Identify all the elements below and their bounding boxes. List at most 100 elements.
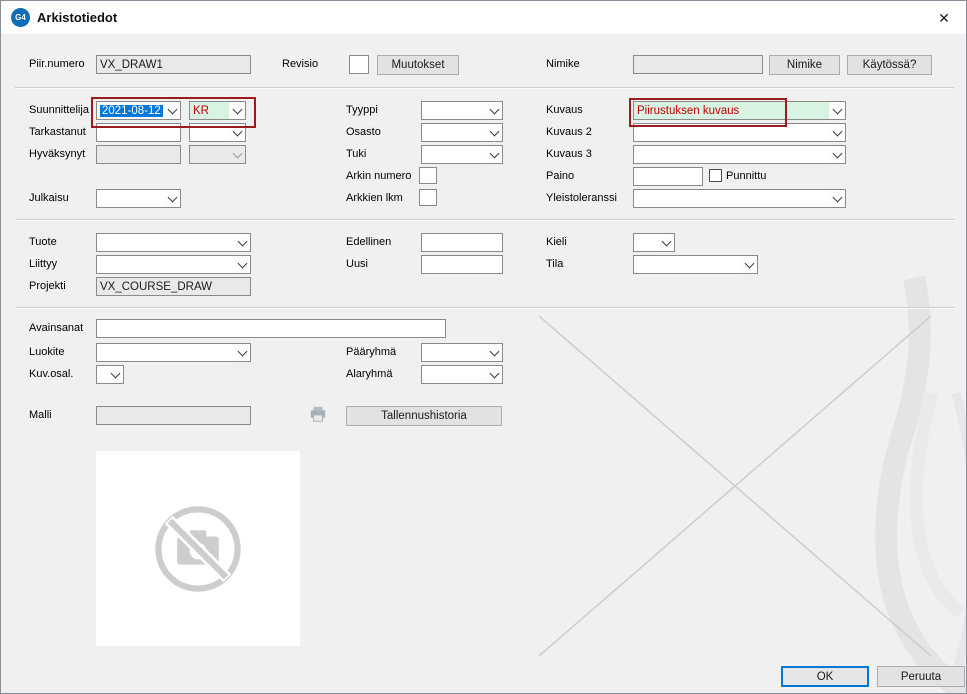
chevron-down-icon (486, 146, 502, 163)
tallennushistoria-button[interactable]: Tallennushistoria (346, 406, 502, 426)
no-image-icon (148, 499, 248, 599)
paino-label: Paino (546, 170, 574, 182)
nimike-input[interactable] (633, 55, 763, 74)
chevron-down-icon (829, 102, 845, 119)
paaryhma-label: Pääryhmä (346, 346, 396, 358)
paaryhma-combo[interactable] (421, 343, 503, 362)
window-title: Arkistotiedot (37, 10, 117, 25)
tuki-label: Tuki (346, 148, 366, 160)
kuvaus-value: Piirustuksen kuvaus (634, 102, 829, 119)
close-icon[interactable]: ✕ (934, 9, 954, 27)
kuvaus2-label: Kuvaus 2 (546, 126, 592, 138)
chevron-down-icon (829, 190, 845, 207)
projekti-input[interactable] (96, 277, 251, 296)
luokite-combo[interactable] (96, 343, 251, 362)
suunnittelija-date-value: 2021-08-12 (100, 105, 163, 117)
separator (15, 219, 954, 220)
tuote-combo[interactable] (96, 233, 251, 252)
edellinen-label: Edellinen (346, 236, 391, 248)
tuote-label: Tuote (29, 236, 57, 248)
projekti-label: Projekti (29, 280, 66, 292)
punnittu-label: Punnittu (726, 170, 766, 182)
revisio-label: Revisio (282, 58, 318, 70)
revisio-input[interactable] (349, 55, 369, 74)
liittyy-label: Liittyy (29, 258, 57, 270)
kuvaus-label: Kuvaus (546, 104, 583, 116)
piir-numero-label: Piir.numero (29, 58, 85, 70)
peruuta-button[interactable]: Peruuta (877, 666, 965, 687)
arkin-numero-input[interactable] (419, 167, 437, 184)
chevron-down-icon (234, 234, 250, 251)
suunnittelija-initials-value: KR (190, 102, 229, 119)
osasto-combo[interactable] (421, 123, 503, 142)
uusi-label: Uusi (346, 258, 368, 270)
osasto-label: Osasto (346, 126, 381, 138)
app-logo-text: G4 (15, 13, 26, 22)
arkistotiedot-dialog: G4 Arkistotiedot ✕ Piir.numero Revisio M… (0, 0, 967, 694)
chevron-down-icon (658, 234, 674, 251)
arkin-numero-label: Arkin numero (346, 170, 411, 182)
suunnittelija-date-combo[interactable]: 2021-08-12 (96, 101, 181, 120)
avainsanat-label: Avainsanat (29, 322, 83, 334)
kuvaus2-combo[interactable] (633, 123, 846, 142)
punnittu-checkbox[interactable] (709, 169, 722, 182)
paino-input[interactable] (633, 167, 703, 186)
yleistoleranssi-combo[interactable] (633, 189, 846, 208)
kuv-osal-combo[interactable] (96, 365, 124, 384)
separator (15, 87, 954, 88)
tarkastanut-input[interactable] (96, 123, 181, 142)
tila-label: Tila (546, 258, 563, 270)
chevron-down-icon (164, 190, 180, 207)
hyvaksynyt-input[interactable] (96, 145, 181, 164)
printer-icon[interactable] (309, 405, 327, 423)
kuvaus-combo[interactable]: Piirustuksen kuvaus (633, 101, 846, 120)
placeholder-cross-icon (539, 316, 931, 656)
chevron-down-icon (486, 344, 502, 361)
chevron-down-icon (229, 102, 245, 119)
arkkien-lkm-input[interactable] (419, 189, 437, 206)
title-bar: G4 Arkistotiedot ✕ (1, 1, 966, 34)
yleistoleranssi-label: Yleistoleranssi (546, 192, 617, 204)
nimike-label: Nimike (546, 58, 580, 70)
julkaisu-combo[interactable] (96, 189, 181, 208)
suunnittelija-label: Suunnittelija (29, 104, 89, 116)
tila-combo[interactable] (633, 255, 758, 274)
edellinen-input[interactable] (421, 233, 503, 252)
chevron-down-icon (741, 256, 757, 273)
chevron-down-icon (234, 256, 250, 273)
tyyppi-label: Tyyppi (346, 104, 378, 116)
kieli-combo[interactable] (633, 233, 675, 252)
kuvaus3-combo[interactable] (633, 145, 846, 164)
tuki-combo[interactable] (421, 145, 503, 164)
kaytossa-button[interactable]: Käytössä? (847, 55, 932, 75)
malli-label: Malli (29, 409, 52, 421)
large-preview-placeholder (539, 316, 931, 656)
piir-numero-input[interactable] (96, 55, 251, 74)
uusi-input[interactable] (421, 255, 503, 274)
kuvaus3-label: Kuvaus 3 (546, 148, 592, 160)
suunnittelija-initials-combo[interactable]: KR (189, 101, 246, 120)
chevron-down-icon (229, 124, 245, 141)
separator (15, 307, 954, 308)
alaryhma-combo[interactable] (421, 365, 503, 384)
chevron-down-icon (234, 344, 250, 361)
luokite-label: Luokite (29, 346, 64, 358)
alaryhma-label: Alaryhmä (346, 368, 392, 380)
liittyy-combo[interactable] (96, 255, 251, 274)
chevron-down-icon (229, 146, 245, 163)
chevron-down-icon (486, 102, 502, 119)
app-logo-icon: G4 (11, 8, 30, 27)
muutokset-button[interactable]: Muutokset (377, 55, 459, 75)
nimike-button[interactable]: Nimike (769, 55, 840, 75)
tarkastanut-initials-combo[interactable] (189, 123, 246, 142)
malli-input[interactable] (96, 406, 251, 425)
avainsanat-input[interactable] (96, 319, 446, 338)
preview-image-placeholder (96, 451, 300, 646)
ok-button[interactable]: OK (781, 666, 869, 687)
julkaisu-label: Julkaisu (29, 192, 69, 204)
arkkien-lkm-label: Arkkien lkm (346, 192, 403, 204)
tyyppi-combo[interactable] (421, 101, 503, 120)
hyvaksynyt-initials-combo[interactable] (189, 145, 246, 164)
kieli-label: Kieli (546, 236, 567, 248)
kuv-osal-label: Kuv.osal. (29, 368, 73, 380)
